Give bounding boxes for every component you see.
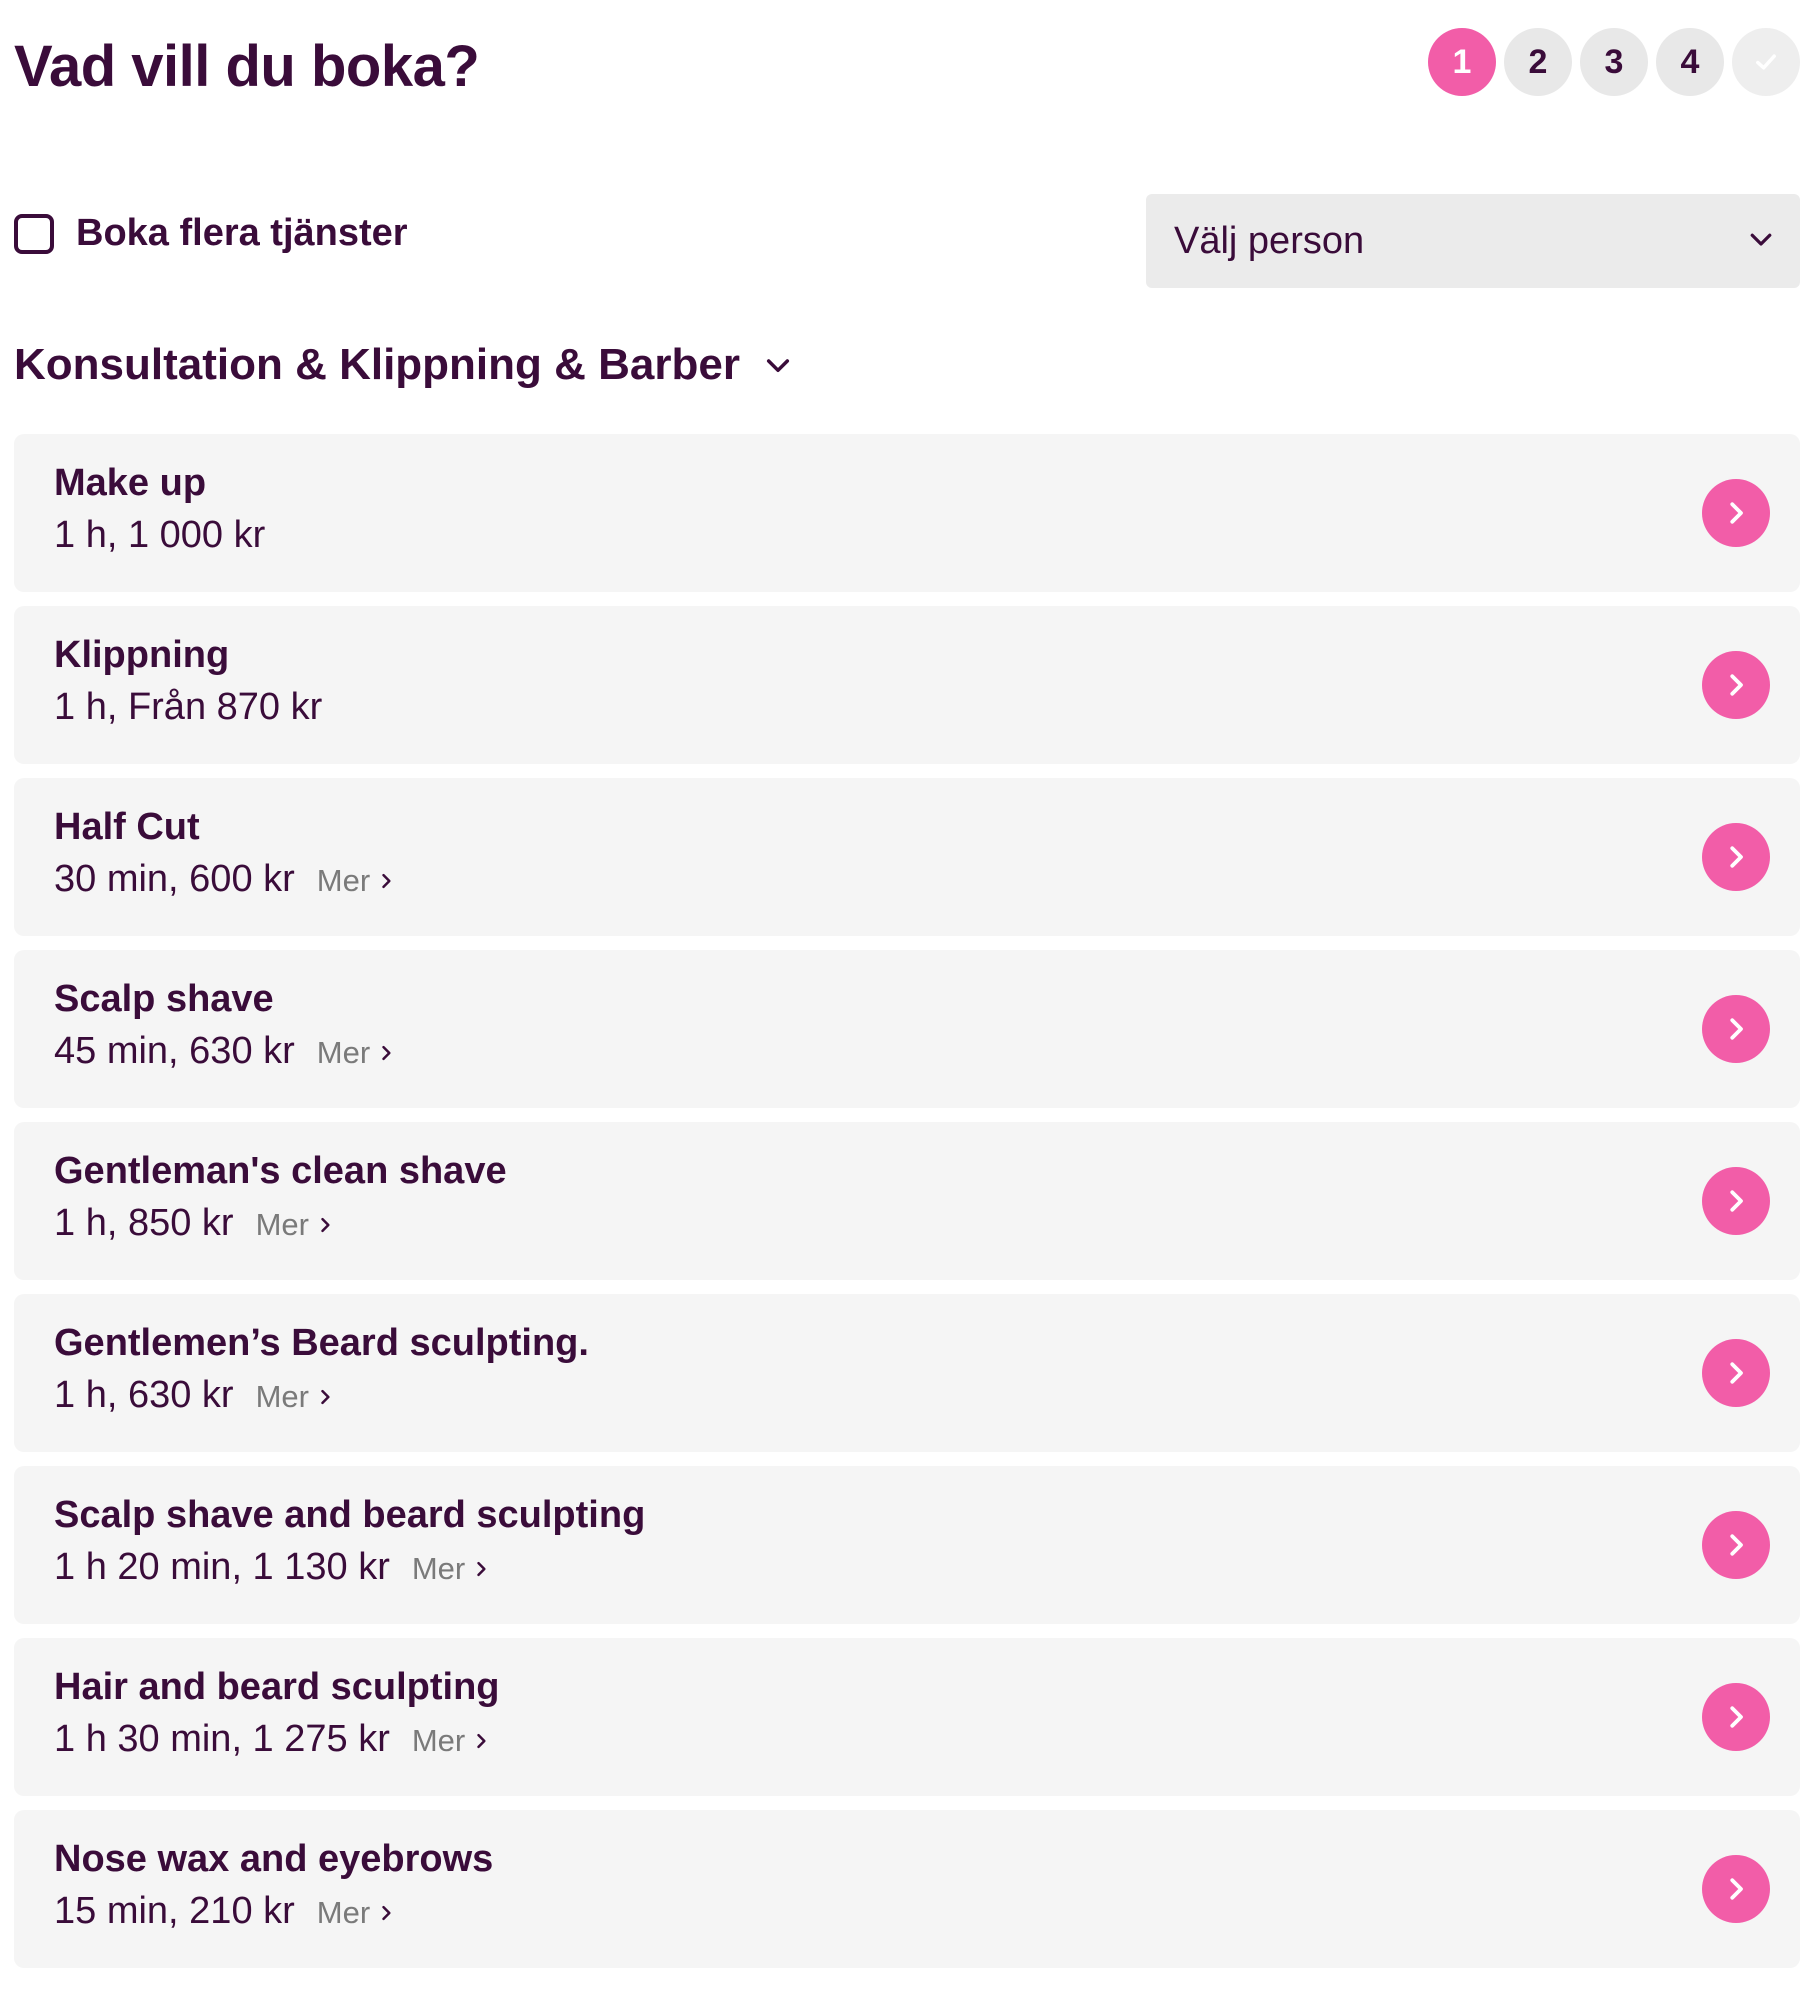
- service-details: 15 min, 210 kr: [54, 1890, 295, 1932]
- service-name: Gentleman's clean shave: [54, 1150, 507, 1192]
- controls-row: Boka flera tjänster Välj person: [14, 194, 1800, 290]
- service-meta: 15 min, 210 kr Mer: [54, 1890, 396, 1933]
- chevron-right-icon: [1730, 1534, 1743, 1556]
- service-list: Make up 1 h, 1 000 kr Klippning 1 h, Frå…: [14, 434, 1800, 1982]
- more-info-link[interactable]: Mer: [317, 863, 396, 899]
- service-name: Scalp shave and beard sculpting: [54, 1494, 646, 1536]
- service-meta: 45 min, 630 kr Mer: [54, 1030, 396, 1073]
- select-service-button[interactable]: [1702, 1855, 1770, 1923]
- service-card[interactable]: Hair and beard sculpting 1 h 30 min, 1 2…: [14, 1638, 1800, 1796]
- more-link-label: Mer: [316, 863, 371, 898]
- more-info-link[interactable]: Mer: [412, 1551, 491, 1587]
- step-2[interactable]: 2: [1504, 28, 1572, 96]
- chevron-right-icon: [321, 1217, 330, 1233]
- service-meta: 30 min, 600 kr Mer: [54, 858, 396, 901]
- page-title: Vad vill du boka?: [14, 34, 480, 99]
- service-meta: 1 h, Från 870 kr: [54, 686, 322, 729]
- service-meta: 1 h 20 min, 1 130 kr Mer: [54, 1546, 491, 1589]
- service-card[interactable]: Gentleman's clean shave 1 h, 850 kr Mer: [14, 1122, 1800, 1280]
- step-4[interactable]: 4: [1656, 28, 1724, 96]
- service-details: 1 h, 630 kr: [54, 1374, 234, 1416]
- service-details: 1 h, 1 000 kr: [54, 514, 266, 556]
- select-service-button[interactable]: [1702, 995, 1770, 1063]
- check-icon: [1756, 54, 1776, 70]
- chevron-right-icon: [1730, 674, 1743, 696]
- select-service-button[interactable]: [1702, 651, 1770, 719]
- service-card[interactable]: Scalp shave and beard sculpting 1 h 20 m…: [14, 1466, 1800, 1624]
- select-service-button[interactable]: [1702, 823, 1770, 891]
- multi-service-checkbox[interactable]: [14, 213, 54, 254]
- service-name: Klippning: [54, 634, 230, 676]
- chevron-right-icon: [1730, 1362, 1743, 1384]
- booking-page: Vad vill du boka? 1 2 3 4 Boka flera tjä…: [14, 0, 1800, 1996]
- service-name: Make up: [54, 462, 207, 504]
- chevron-right-icon: [1730, 1706, 1743, 1728]
- service-name: Half Cut: [54, 806, 200, 848]
- service-details: 1 h 20 min, 1 130 kr: [54, 1546, 390, 1588]
- chevron-right-icon: [321, 1389, 330, 1405]
- service-name: Scalp shave: [54, 978, 274, 1020]
- category-header[interactable]: Konsultation & Klippning & Barber: [14, 340, 794, 390]
- multi-service-option[interactable]: Boka flera tjänster: [14, 212, 408, 255]
- service-meta: 1 h 30 min, 1 275 kr Mer: [54, 1718, 491, 1761]
- service-details: 1 h, Från 870 kr: [54, 686, 323, 728]
- service-meta: 1 h, 630 kr Mer: [54, 1374, 335, 1417]
- service-meta: 1 h, 1 000 kr: [54, 514, 265, 557]
- service-card[interactable]: Klippning 1 h, Från 870 kr: [14, 606, 1800, 764]
- step-indicator: 1 2 3 4: [1428, 28, 1800, 96]
- more-link-label: Mer: [316, 1895, 371, 1930]
- service-meta: 1 h, 850 kr Mer: [54, 1202, 335, 1245]
- step-3[interactable]: 3: [1580, 28, 1648, 96]
- more-info-link[interactable]: Mer: [317, 1895, 396, 1931]
- more-info-link[interactable]: Mer: [256, 1207, 335, 1243]
- chevron-right-icon: [477, 1733, 486, 1749]
- more-info-link[interactable]: Mer: [256, 1379, 335, 1415]
- chevron-right-icon: [382, 873, 391, 889]
- service-card[interactable]: Nose wax and eyebrows 15 min, 210 kr Mer: [14, 1810, 1800, 1968]
- chevron-right-icon: [1730, 1190, 1743, 1212]
- chevron-right-icon: [1730, 1018, 1743, 1040]
- more-link-label: Mer: [255, 1379, 309, 1414]
- select-service-button[interactable]: [1702, 1339, 1770, 1407]
- more-link-label: Mer: [316, 1035, 371, 1070]
- person-select-value: Välj person: [1174, 219, 1365, 262]
- chevron-down-icon: [1746, 224, 1776, 259]
- service-card[interactable]: Scalp shave 45 min, 630 kr Mer: [14, 950, 1800, 1108]
- service-details: 1 h 30 min, 1 275 kr: [54, 1718, 390, 1760]
- step-1[interactable]: 1: [1428, 28, 1496, 96]
- select-service-button[interactable]: [1702, 1683, 1770, 1751]
- more-link-label: Mer: [255, 1207, 309, 1242]
- service-card[interactable]: Gentlemen’s Beard sculpting. 1 h, 630 kr…: [14, 1294, 1800, 1452]
- service-details: 45 min, 630 kr: [54, 1030, 295, 1072]
- select-service-button[interactable]: [1702, 479, 1770, 547]
- chevron-right-icon: [477, 1561, 486, 1577]
- more-info-link[interactable]: Mer: [412, 1723, 491, 1759]
- step-confirm[interactable]: [1732, 28, 1800, 96]
- more-info-link[interactable]: Mer: [317, 1035, 396, 1071]
- chevron-right-icon: [1730, 1878, 1743, 1900]
- service-card[interactable]: Make up 1 h, 1 000 kr: [14, 434, 1800, 592]
- select-service-button[interactable]: [1702, 1511, 1770, 1579]
- chevron-right-icon: [1730, 502, 1743, 524]
- service-card[interactable]: Half Cut 30 min, 600 kr Mer: [14, 778, 1800, 936]
- multi-service-label: Boka flera tjänster: [76, 212, 408, 254]
- service-name: Nose wax and eyebrows: [54, 1838, 494, 1880]
- header: Vad vill du boka? 1 2 3 4: [14, 20, 1800, 120]
- service-name: Hair and beard sculpting: [54, 1666, 500, 1708]
- select-service-button[interactable]: [1702, 1167, 1770, 1235]
- service-name: Gentlemen’s Beard sculpting.: [54, 1322, 589, 1364]
- service-details: 30 min, 600 kr: [54, 858, 295, 900]
- chevron-right-icon: [1730, 846, 1743, 868]
- more-link-label: Mer: [411, 1551, 466, 1586]
- chevron-down-icon: [762, 349, 794, 381]
- person-select[interactable]: Välj person: [1146, 194, 1800, 288]
- category-title: Konsultation & Klippning & Barber: [14, 340, 740, 389]
- more-link-label: Mer: [411, 1723, 466, 1758]
- chevron-right-icon: [382, 1905, 391, 1921]
- service-details: 1 h, 850 kr: [54, 1202, 234, 1244]
- chevron-right-icon: [382, 1045, 391, 1061]
